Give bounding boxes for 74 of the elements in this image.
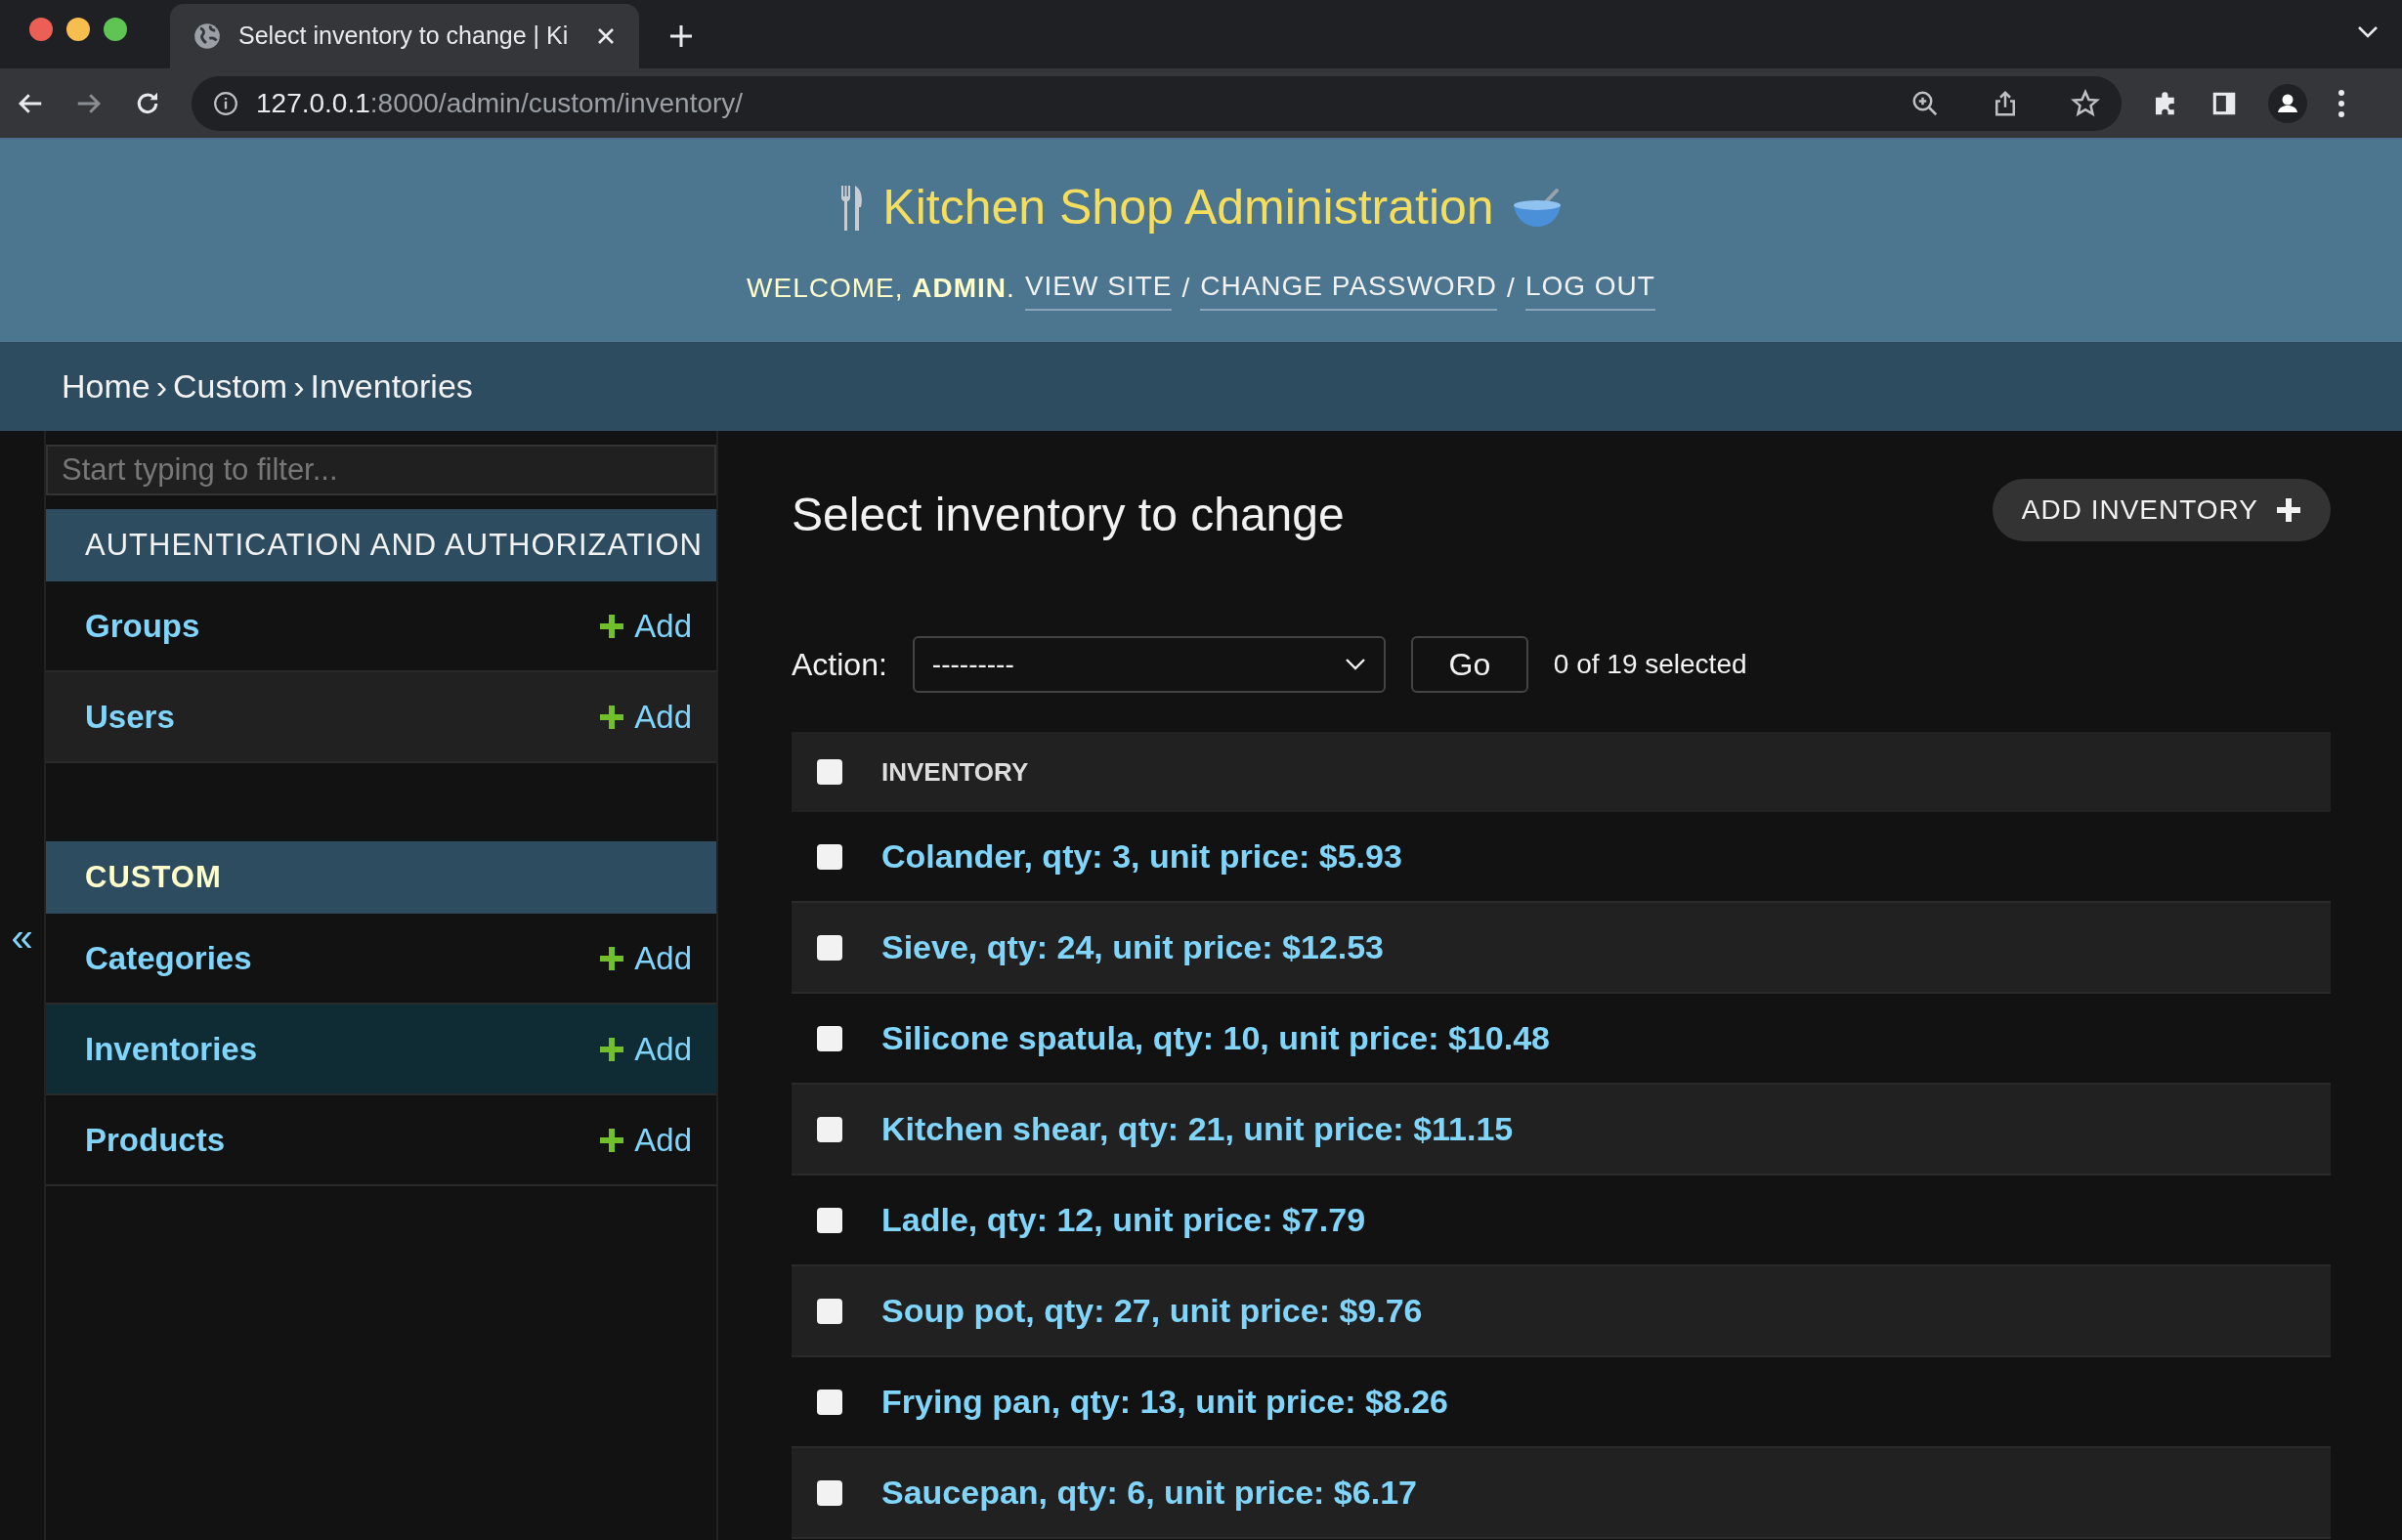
inventory-link[interactable]: Frying pan, qty: 13, unit price: $8.26 bbox=[881, 1377, 1449, 1427]
globe-icon bbox=[193, 22, 221, 50]
inventory-link[interactable]: Sieve, qty: 24, unit price: $12.53 bbox=[881, 922, 1384, 972]
separator: / bbox=[1507, 272, 1516, 305]
add-link[interactable]: Add bbox=[599, 1115, 692, 1165]
checkbox[interactable] bbox=[817, 1025, 842, 1051]
checkbox[interactable] bbox=[817, 1479, 842, 1506]
new-tab-icon[interactable] bbox=[668, 23, 694, 49]
checkbox[interactable] bbox=[817, 843, 842, 870]
plus-icon bbox=[2276, 497, 2301, 523]
minimize-window-button[interactable] bbox=[66, 18, 90, 41]
close-icon[interactable] bbox=[596, 26, 616, 46]
checkbox[interactable] bbox=[817, 1298, 842, 1324]
plus-icon bbox=[599, 1036, 625, 1062]
browser-tab[interactable]: Select inventory to change | Ki bbox=[170, 4, 639, 68]
maximize-window-button[interactable] bbox=[104, 18, 127, 41]
header-link[interactable]: VIEW SITE bbox=[1024, 266, 1173, 311]
checkbox[interactable] bbox=[817, 1116, 842, 1142]
breadcrumb-link[interactable]: Custom bbox=[173, 362, 288, 411]
breadcrumb-separator: › bbox=[293, 366, 305, 406]
separator: / bbox=[1181, 272, 1191, 305]
inventory-link[interactable]: Colander, qty: 3, unit price: $5.93 bbox=[881, 832, 1402, 881]
go-button[interactable]: Go bbox=[1410, 636, 1528, 693]
site-title: Kitchen Shop Administration bbox=[882, 179, 1494, 236]
profile-icon[interactable] bbox=[2268, 83, 2307, 123]
checkbox[interactable] bbox=[817, 1207, 842, 1233]
sidebar-toggle[interactable]: « bbox=[11, 907, 33, 966]
inventory-link[interactable]: Silicone spatula, qty: 10, unit price: $10.48 bbox=[881, 1013, 1550, 1063]
inventory-link[interactable]: Soup pot, qty: 27, unit price: $9.76 bbox=[881, 1286, 1423, 1336]
model-link[interactable]: Products bbox=[85, 1115, 226, 1165]
checkbox[interactable] bbox=[817, 759, 842, 785]
column-header[interactable]: INVENTORY bbox=[881, 752, 1029, 791]
add-link[interactable]: Add bbox=[599, 692, 692, 742]
header-link[interactable]: LOG OUT bbox=[1524, 266, 1655, 311]
add-link[interactable]: Add bbox=[599, 933, 692, 983]
module-header: CUSTOM bbox=[46, 841, 716, 914]
checkbox[interactable] bbox=[817, 1389, 842, 1415]
inventory-link[interactable]: Ladle, qty: 12, unit price: $7.79 bbox=[881, 1195, 1366, 1245]
module-header: AUTHENTICATION AND AUTHORIZATION bbox=[46, 509, 716, 581]
breadcrumb-current: Inventories bbox=[310, 366, 473, 406]
selection-count: 0 of 19 selected bbox=[1553, 648, 1747, 681]
address-bar[interactable]: 127.0.0.1:8000/admin/custom/inventory/ bbox=[192, 75, 2122, 131]
checkbox[interactable] bbox=[817, 934, 842, 961]
url-text: 127.0.0.1:8000/admin/custom/inventory/ bbox=[256, 86, 745, 120]
plus-icon bbox=[599, 704, 625, 730]
header-link[interactable]: CHANGE PASSWORD bbox=[1200, 266, 1498, 311]
bowl-with-spoon-icon bbox=[1511, 187, 1563, 229]
welcome-text: WELCOME, ADMIN. bbox=[747, 272, 1015, 305]
star-icon[interactable] bbox=[2071, 88, 2100, 118]
info-icon bbox=[213, 90, 238, 116]
model-row[interactable]: Users Add bbox=[46, 672, 716, 763]
chevron-down-icon bbox=[1344, 658, 1366, 671]
filter-field[interactable]: Start typing to filter... bbox=[46, 445, 716, 495]
plus-icon bbox=[599, 1127, 625, 1153]
close-window-button[interactable] bbox=[29, 18, 53, 41]
model-row[interactable]: Inventories Add bbox=[46, 1005, 716, 1095]
inventory-link[interactable]: Saucepan, qty: 6, unit price: $6.17 bbox=[881, 1468, 1417, 1518]
action-dropdown[interactable]: --------- bbox=[912, 636, 1386, 693]
chevron-down-icon[interactable] bbox=[2357, 25, 2379, 39]
model-link[interactable]: Users bbox=[85, 692, 175, 742]
model-link[interactable]: Inventories bbox=[85, 1024, 258, 1074]
menu-icon[interactable] bbox=[2337, 88, 2346, 118]
plus-icon bbox=[599, 613, 625, 639]
page-title: Select inventory to change bbox=[792, 488, 1345, 542]
breadcrumb-separator: › bbox=[155, 366, 168, 406]
action-label: Action: bbox=[792, 646, 887, 684]
add-link[interactable]: Add bbox=[599, 601, 692, 651]
tab-title: Select inventory to change | Ki bbox=[238, 21, 570, 52]
breadcrumb-link[interactable]: Home bbox=[62, 362, 150, 411]
model-link[interactable]: Categories bbox=[85, 933, 252, 983]
model-link[interactable]: Groups bbox=[85, 601, 200, 651]
add-link[interactable]: Add bbox=[599, 1024, 692, 1074]
plus-icon bbox=[599, 945, 625, 971]
add-inventory-button[interactable]: ADD INVENTORY bbox=[1992, 479, 2331, 541]
